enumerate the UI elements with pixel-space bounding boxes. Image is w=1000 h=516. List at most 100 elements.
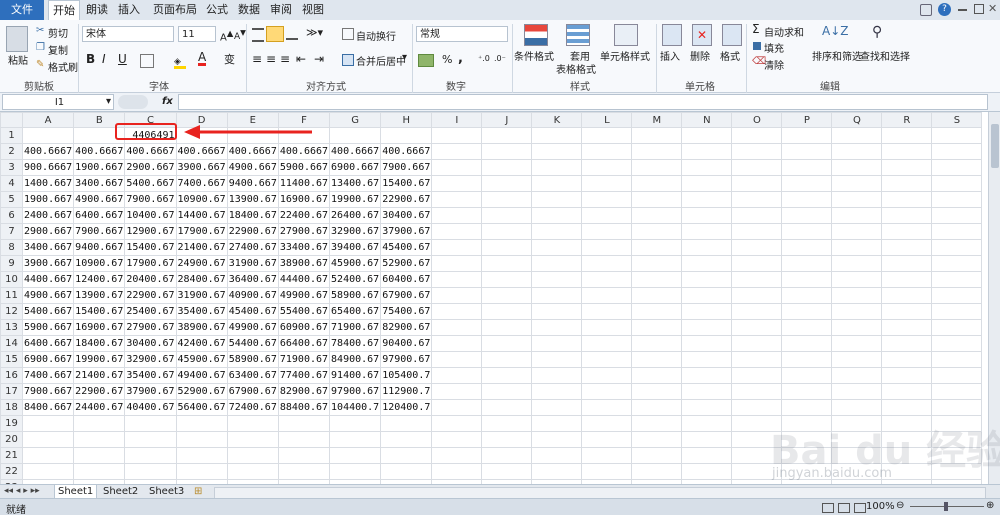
cell-Q11[interactable]: [831, 287, 883, 304]
cell-H9[interactable]: 52900.67: [380, 255, 433, 272]
cell-I21[interactable]: [431, 447, 483, 464]
cell-C18[interactable]: 40400.67: [124, 399, 177, 416]
cell-N11[interactable]: [681, 287, 733, 304]
cell-P14[interactable]: [781, 335, 833, 352]
cell-O2[interactable]: [731, 143, 783, 160]
cell-F6[interactable]: 22400.67: [277, 207, 331, 224]
format-painter-button[interactable]: 格式刷: [48, 59, 78, 74]
row-header[interactable]: 21: [0, 447, 23, 464]
cell-N5[interactable]: [681, 191, 733, 208]
cell-K15[interactable]: [531, 351, 583, 368]
cell-S13[interactable]: [931, 319, 983, 336]
cell-P4[interactable]: [781, 175, 833, 192]
cell-L12[interactable]: [581, 303, 633, 320]
tab-home[interactable]: 开始: [48, 0, 80, 21]
find-select-button[interactable]: 查找和选择: [860, 48, 910, 63]
cell-H2[interactable]: 400.6667: [380, 143, 433, 160]
cell-D16[interactable]: 49400.67: [175, 367, 228, 384]
cell-Q1[interactable]: [831, 127, 883, 144]
cell-A21[interactable]: [21, 447, 75, 464]
cell-K19[interactable]: [531, 415, 583, 432]
bold-button[interactable]: B: [86, 52, 95, 66]
font-name-select[interactable]: 宋体: [82, 26, 174, 42]
cell-Q8[interactable]: [831, 239, 883, 256]
cell-D19[interactable]: [175, 415, 228, 432]
cell-H19[interactable]: [380, 415, 433, 432]
cell-A12[interactable]: 5400.667: [21, 303, 75, 320]
row-header[interactable]: 18: [0, 399, 23, 416]
cell-K16[interactable]: [531, 367, 583, 384]
format-cells-button[interactable]: 格式: [720, 48, 740, 63]
cell-C17[interactable]: 37900.67: [124, 383, 177, 400]
cell-O13[interactable]: [731, 319, 783, 336]
cell-L14[interactable]: [581, 335, 633, 352]
cell-B3[interactable]: 1900.667: [73, 159, 126, 176]
cell-C6[interactable]: 10400.67: [124, 207, 177, 224]
cell-F11[interactable]: 49900.67: [277, 287, 331, 304]
cell-L11[interactable]: [581, 287, 633, 304]
decrease-indent-icon[interactable]: ⇤: [296, 52, 306, 66]
cell-S1[interactable]: [931, 127, 983, 144]
cell-F5[interactable]: 16900.67: [277, 191, 331, 208]
cell-B10[interactable]: 12400.67: [73, 271, 126, 288]
row-header[interactable]: 11: [0, 287, 23, 304]
cell-D13[interactable]: 38900.67: [175, 319, 228, 336]
align-top-icon[interactable]: [252, 28, 264, 42]
row-header[interactable]: 19: [0, 415, 23, 432]
cell-R15[interactable]: [881, 351, 933, 368]
cell-B22[interactable]: [73, 463, 126, 480]
cell-M22[interactable]: [631, 463, 683, 480]
column-header-O[interactable]: O: [731, 112, 783, 128]
cell-Q15[interactable]: [831, 351, 883, 368]
cell-M10[interactable]: [631, 271, 683, 288]
cell-A13[interactable]: 5900.667: [21, 319, 75, 336]
cell-H17[interactable]: 112900.7: [380, 383, 433, 400]
orientation-icon[interactable]: ≫▾: [306, 26, 323, 39]
grow-font-icon[interactable]: A▲: [220, 28, 233, 43]
conditional-format-button[interactable]: 条件格式: [514, 48, 554, 63]
cell-R1[interactable]: [881, 127, 933, 144]
cell-N22[interactable]: [681, 463, 733, 480]
cell-D10[interactable]: 28400.67: [175, 271, 228, 288]
cell-J8[interactable]: [481, 239, 533, 256]
cell-M12[interactable]: [631, 303, 683, 320]
cell-G4[interactable]: 13400.67: [329, 175, 382, 192]
cell-L8[interactable]: [581, 239, 633, 256]
cell-I15[interactable]: [431, 351, 483, 368]
cell-P7[interactable]: [781, 223, 833, 240]
cell-J14[interactable]: [481, 335, 533, 352]
row-header[interactable]: 20: [0, 431, 23, 448]
cell-J9[interactable]: [481, 255, 533, 272]
align-right-icon[interactable]: ≡: [280, 52, 290, 66]
cell-E6[interactable]: 18400.67: [226, 207, 279, 224]
cell-I7[interactable]: [431, 223, 483, 240]
cell-J16[interactable]: [481, 367, 533, 384]
cell-C22[interactable]: [124, 463, 177, 480]
clear-button[interactable]: 清除: [764, 57, 784, 72]
cell-E20[interactable]: [226, 431, 279, 448]
cell-H4[interactable]: 15400.67: [380, 175, 433, 192]
cell-G6[interactable]: 26400.67: [329, 207, 382, 224]
cell-D5[interactable]: 10900.67: [175, 191, 228, 208]
cell-L19[interactable]: [581, 415, 633, 432]
cell-I10[interactable]: [431, 271, 483, 288]
cell-R2[interactable]: [881, 143, 933, 160]
column-header-P[interactable]: P: [781, 112, 833, 128]
cell-E21[interactable]: [226, 447, 279, 464]
cell-P18[interactable]: [781, 399, 833, 416]
row-header[interactable]: 17: [0, 383, 23, 400]
cell-G11[interactable]: 58900.67: [329, 287, 382, 304]
cell-R12[interactable]: [881, 303, 933, 320]
name-box[interactable]: I1: [2, 94, 114, 110]
cell-G3[interactable]: 6900.667: [329, 159, 382, 176]
new-sheet-icon[interactable]: ⊞: [194, 486, 202, 497]
autosum-button[interactable]: 自动求和: [764, 24, 804, 39]
cell-N17[interactable]: [681, 383, 733, 400]
cell-H15[interactable]: 97900.67: [380, 351, 433, 368]
cell-S16[interactable]: [931, 367, 983, 384]
column-header-I[interactable]: I: [431, 112, 483, 128]
cell-H8[interactable]: 45400.67: [380, 239, 433, 256]
cell-A16[interactable]: 7400.667: [21, 367, 75, 384]
cell-S11[interactable]: [931, 287, 983, 304]
cell-L22[interactable]: [581, 463, 633, 480]
